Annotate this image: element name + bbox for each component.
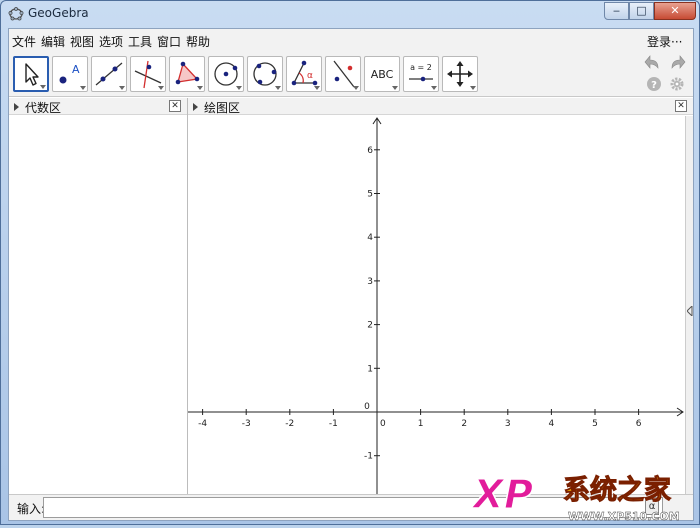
tool-text[interactable]: ABC <box>364 56 400 92</box>
svg-text:a = 2: a = 2 <box>410 63 432 72</box>
menu-edit[interactable]: 编辑 <box>41 33 65 50</box>
y-tick-label: 5 <box>367 190 373 200</box>
graphics-view[interactable]: -4-3-2-101234560654321-1-2 <box>188 116 693 505</box>
coordinate-axes: -4-3-2-101234560654321-1-2 <box>188 117 684 505</box>
tool-circle-three-points[interactable] <box>247 56 283 92</box>
y-tick-label: 3 <box>367 277 373 287</box>
toolbar: A α ABC a = 2 ? <box>9 51 693 97</box>
y-tick-label: -1 <box>364 452 373 462</box>
x-tick-label: -2 <box>285 419 294 429</box>
input-label: 输入: <box>17 502 46 516</box>
client-area: 文件 编辑 视图 选项 工具 窗口 帮助 登录··· A α ABC a = 2… <box>8 28 694 521</box>
menu-help[interactable]: 帮助 <box>186 33 210 50</box>
svg-text:α: α <box>307 71 313 81</box>
svg-text:系统之家: 系统之家 <box>563 474 671 506</box>
tool-move[interactable] <box>13 56 49 92</box>
minimize-button[interactable]: ‒ <box>604 2 629 20</box>
algebra-view-title: 代数区 <box>25 101 62 115</box>
close-button[interactable]: ✕ <box>654 2 696 20</box>
x-tick-label: 6 <box>636 419 642 429</box>
tool-reflect[interactable] <box>325 56 361 92</box>
toolbar-right-controls: ? <box>643 54 691 96</box>
tool-move-view[interactable] <box>442 56 478 92</box>
expand-arrow-icon[interactable] <box>687 306 693 316</box>
side-panel-toggle[interactable] <box>685 116 693 494</box>
y-tick-label: 2 <box>367 321 373 331</box>
close-graphics-view-button[interactable]: ✕ <box>675 100 687 112</box>
x-tick-label: 4 <box>549 419 555 429</box>
graphics-view-header: 绘图区 ✕ <box>188 98 693 115</box>
x-tick-label: -1 <box>329 419 338 429</box>
maximize-button[interactable]: □ <box>629 2 654 20</box>
title-bar: GeoGebra ‒ □ ✕ <box>1 1 699 27</box>
x-tick-label: -3 <box>242 419 251 429</box>
tool-slider[interactable]: a = 2 <box>403 56 439 92</box>
algebra-view-header: 代数区 ✕ <box>9 98 187 115</box>
redo-icon[interactable] <box>667 54 687 72</box>
app-window: GeoGebra ‒ □ ✕ 文件 编辑 视图 选项 工具 窗口 帮助 登录··… <box>0 0 700 525</box>
tool-line[interactable] <box>91 56 127 92</box>
text-icon: ABC <box>370 68 394 81</box>
menu-options[interactable]: 选项 <box>99 33 123 50</box>
menu-window[interactable]: 窗口 <box>157 33 181 50</box>
menu-view[interactable]: 视图 <box>70 33 94 50</box>
menu-bar: 文件 编辑 视图 选项 工具 窗口 帮助 登录··· <box>9 29 693 51</box>
geogebra-logo-icon <box>8 7 24 21</box>
tool-point[interactable]: A <box>52 56 88 92</box>
x-tick-label: 3 <box>505 419 511 429</box>
login-link[interactable]: 登录··· <box>647 33 682 50</box>
undo-icon[interactable] <box>643 54 663 72</box>
y-tick-label: 6 <box>367 146 373 156</box>
collapse-arrow-icon[interactable] <box>193 103 198 111</box>
tool-polygon[interactable] <box>169 56 205 92</box>
y-tick-label: 1 <box>367 364 373 374</box>
x-tick-label: 0 <box>380 419 386 429</box>
svg-text:XP: XP <box>471 472 533 518</box>
menu-file[interactable]: 文件 <box>12 33 36 50</box>
help-icon[interactable]: ? <box>646 76 662 92</box>
svg-text:WWW.XP510.COM: WWW.XP510.COM <box>568 510 680 523</box>
x-tick-label: 2 <box>461 419 467 429</box>
y-tick-label: 4 <box>367 233 373 243</box>
svg-text:A: A <box>72 63 80 76</box>
watermark-logo: XP 系统之家 WWW.XP510.COM <box>469 466 700 524</box>
x-tick-label: -4 <box>198 419 207 429</box>
tool-circle-center[interactable] <box>208 56 244 92</box>
menu-tools[interactable]: 工具 <box>128 33 152 50</box>
tool-perpendicular[interactable] <box>130 56 166 92</box>
window-title: GeoGebra <box>28 6 89 20</box>
x-tick-label: 1 <box>418 419 424 429</box>
gear-icon[interactable] <box>669 76 685 92</box>
close-algebra-view-button[interactable]: ✕ <box>169 100 181 112</box>
collapse-arrow-icon[interactable] <box>14 103 19 111</box>
origin-label: 0 <box>364 402 370 412</box>
svg-text:?: ? <box>651 80 657 91</box>
x-tick-label: 5 <box>592 419 598 429</box>
tool-angle[interactable]: α <box>286 56 322 92</box>
graphics-view-title: 绘图区 <box>204 101 241 115</box>
algebra-view[interactable] <box>9 116 187 494</box>
